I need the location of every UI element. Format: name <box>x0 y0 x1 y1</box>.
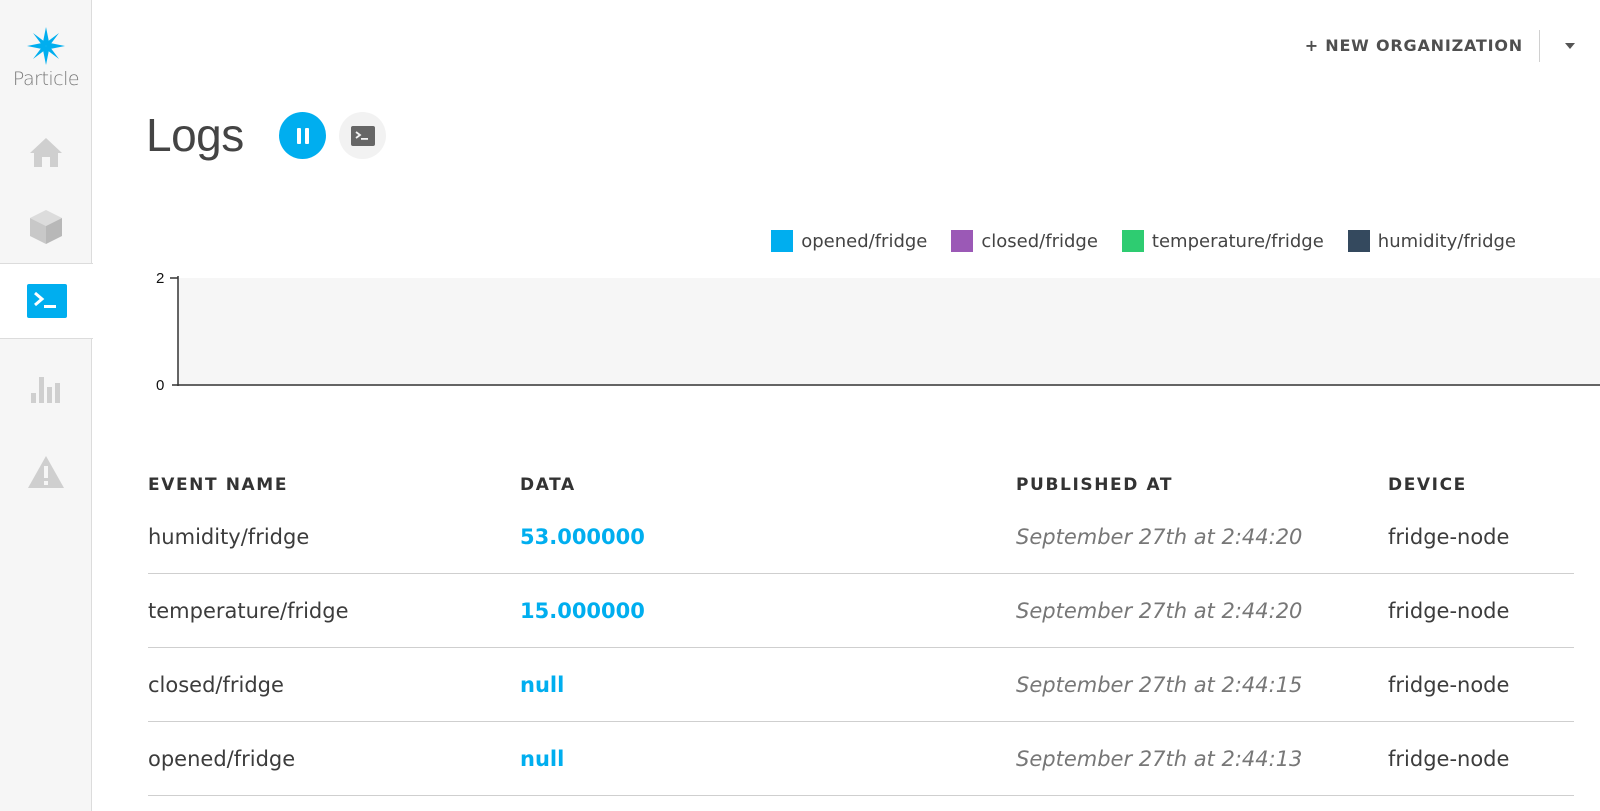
console-icon <box>26 284 67 318</box>
legend-item-temperature[interactable]: temperature/fridge <box>1121 230 1324 252</box>
legend-swatch <box>1347 230 1370 252</box>
alert-icon <box>28 456 64 488</box>
device-cell[interactable]: fridge-node <box>1388 673 1574 697</box>
event-data-cell: null <box>520 672 565 697</box>
legend-label: humidity/fridge <box>1377 230 1516 252</box>
particle-star-icon <box>27 27 65 65</box>
device-cell[interactable]: fridge-node <box>1388 747 1574 771</box>
chart-legend: opened/fridge closed/fridge temperature/… <box>771 230 1516 252</box>
sidebar-item-devices[interactable] <box>0 203 92 251</box>
table-row[interactable]: humidity/fridge 53.000000 September 27th… <box>148 500 1574 574</box>
sidebar-item-alerts[interactable] <box>0 448 92 496</box>
sidebar-item-analytics[interactable] <box>0 364 92 412</box>
chart-y-max-label: 2 <box>156 270 164 287</box>
table-header: EVENT NAME DATA PUBLISHED AT DEVICE <box>148 470 1574 500</box>
terminal-button[interactable] <box>339 112 386 159</box>
table-row[interactable]: temperature/fridge 15.000000 September 2… <box>148 574 1574 648</box>
event-chart: 2 0 <box>156 270 1600 390</box>
analytics-bars-icon <box>31 377 60 403</box>
event-data-cell: 53.000000 <box>520 524 645 549</box>
new-organization-button[interactable]: + NEW ORGANIZATION <box>1305 30 1540 62</box>
legend-label: temperature/fridge <box>1151 230 1324 252</box>
pause-icon <box>296 127 309 144</box>
sidebar-item-home[interactable] <box>0 128 92 176</box>
device-cube-icon <box>30 210 62 244</box>
table-row[interactable]: closed/fridge null September 27th at 2:4… <box>148 648 1574 722</box>
sidebar: Particle <box>0 0 93 811</box>
event-data-cell: null <box>520 746 565 771</box>
events-table: EVENT NAME DATA PUBLISHED AT DEVICE humi… <box>148 470 1574 796</box>
pause-button[interactable] <box>279 112 326 159</box>
legend-item-humidity[interactable]: humidity/fridge <box>1347 230 1516 252</box>
header-published-at: PUBLISHED AT <box>1016 475 1174 495</box>
chart-plot-area <box>178 278 1600 386</box>
legend-swatch <box>951 230 974 252</box>
terminal-icon <box>350 125 375 146</box>
top-bar: + NEW ORGANIZATION <box>1305 30 1600 62</box>
published-at-cell: September 27th at 2:44:15 <box>1016 672 1303 697</box>
legend-swatch <box>1121 230 1144 252</box>
event-name-cell: humidity/fridge <box>148 524 310 549</box>
chevron-down-icon <box>1565 43 1575 49</box>
header-device: DEVICE <box>1388 475 1467 495</box>
device-cell[interactable]: fridge-node <box>1388 599 1574 623</box>
brand-logo[interactable]: Particle <box>0 26 92 96</box>
event-name-cell: opened/fridge <box>148 746 296 771</box>
legend-swatch <box>771 230 794 252</box>
legend-item-closed[interactable]: closed/fridge <box>951 230 1098 252</box>
sidebar-item-logs[interactable] <box>0 263 93 339</box>
header-event-name: EVENT NAME <box>148 475 289 495</box>
table-row[interactable]: opened/fridge null September 27th at 2:4… <box>148 722 1574 796</box>
legend-label: closed/fridge <box>981 230 1098 252</box>
legend-item-opened[interactable]: opened/fridge <box>771 230 927 252</box>
event-name-cell: closed/fridge <box>148 672 284 697</box>
chart-y-min-label: 0 <box>156 377 164 390</box>
event-name-cell: temperature/fridge <box>148 598 349 623</box>
event-data-cell: 15.000000 <box>520 598 645 623</box>
home-icon <box>30 138 62 167</box>
page-title: Logs <box>146 109 244 161</box>
brand-name: Particle <box>12 68 80 90</box>
published-at-cell: September 27th at 2:44:20 <box>1016 524 1303 549</box>
header-data: DATA <box>520 475 576 495</box>
table-body: humidity/fridge 53.000000 September 27th… <box>148 500 1574 796</box>
legend-label: opened/fridge <box>801 230 928 252</box>
published-at-cell: September 27th at 2:44:20 <box>1016 598 1303 623</box>
published-at-cell: September 27th at 2:44:13 <box>1016 746 1303 771</box>
account-dropdown[interactable] <box>1540 30 1600 62</box>
device-cell[interactable]: fridge-node <box>1388 525 1574 549</box>
